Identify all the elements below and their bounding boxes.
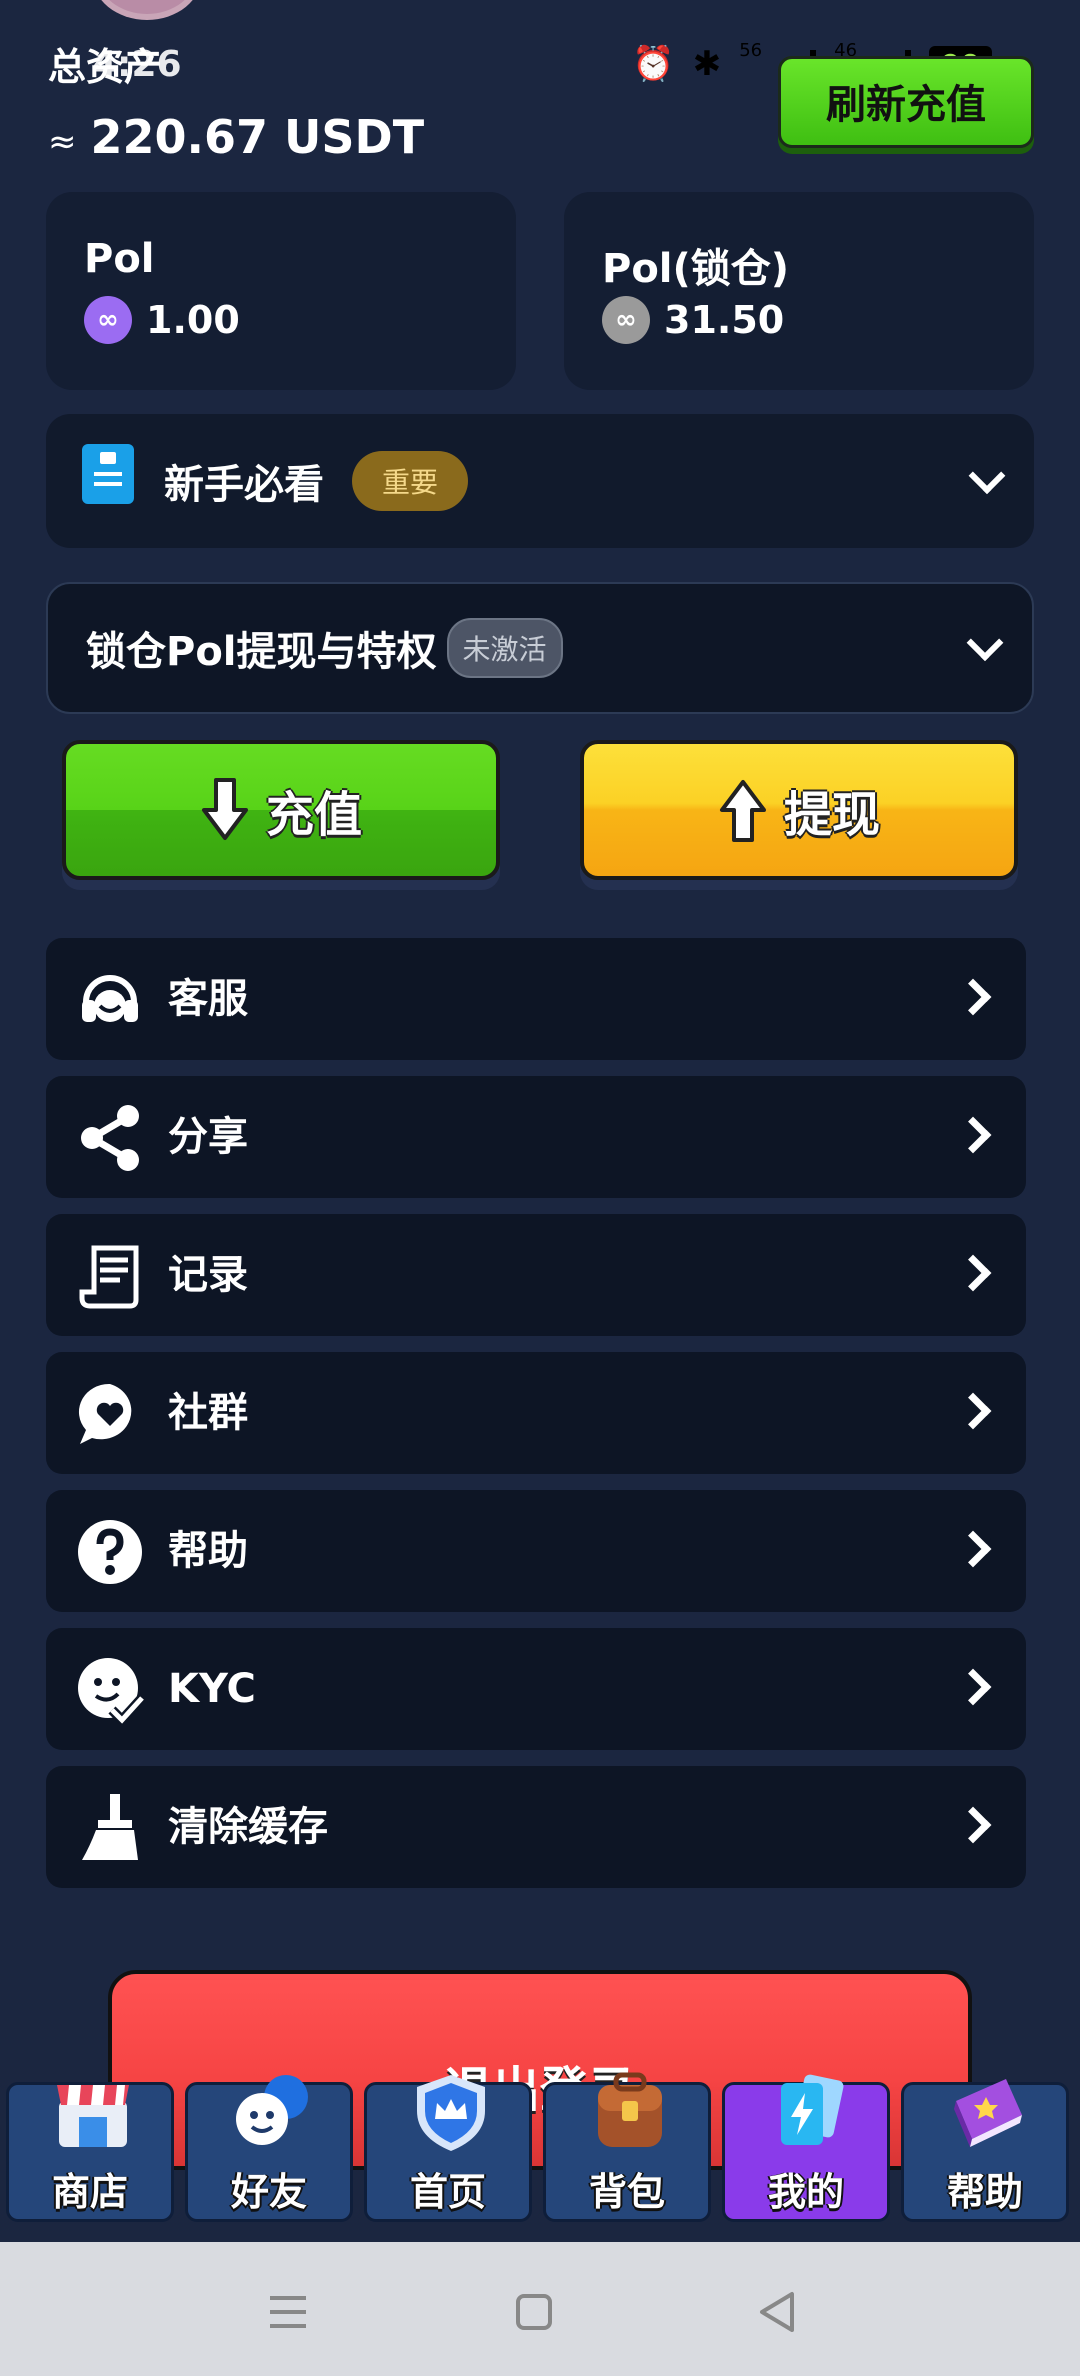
approx-sign: ≈ — [48, 122, 77, 162]
total-assets-label: 总资产 — [48, 45, 163, 89]
withdraw-button[interactable]: 提现 — [580, 740, 1018, 880]
headset-icon — [82, 975, 138, 1022]
total-assets-value: ≈220.67 USDT — [48, 110, 424, 164]
book-icon — [954, 2079, 1022, 2147]
cards-icon — [781, 2074, 844, 2145]
arrow-down-icon — [200, 778, 250, 842]
menu-item-kyc[interactable]: KYC — [46, 1628, 1026, 1750]
polygon-coin-icon: ∞ — [602, 296, 650, 344]
friends-icon — [236, 2075, 308, 2145]
menu-label: 清除缓存 — [168, 1804, 328, 1850]
tab-friends[interactable]: 好友 — [185, 2075, 353, 2222]
polygon-coin-icon: ∞ — [84, 296, 132, 344]
tab-label: 好友 — [230, 2170, 307, 2214]
locked-pol-accordion[interactable]: 锁仓Pol提现与特权 未激活 — [46, 582, 1034, 714]
document-icon — [82, 444, 134, 504]
bluetooth-icon: ✱ — [692, 44, 722, 84]
broom-icon — [82, 1794, 138, 1860]
chevron-right-icon — [954, 1392, 992, 1430]
important-badge: 重要 — [352, 451, 469, 511]
face-check-icon — [78, 1658, 144, 1724]
menu-label: 记录 — [168, 1252, 248, 1298]
balance-value: ∞ 31.50 — [602, 296, 784, 344]
refresh-recharge-button[interactable]: 刷新充值 — [778, 56, 1034, 148]
menu-item-help[interactable]: 帮助 — [46, 1490, 1026, 1612]
avatar[interactable] — [92, 0, 202, 20]
balance-amount: 1.00 — [146, 298, 240, 342]
alarm-icon: ⏰ — [632, 44, 675, 84]
crown-shield-icon — [417, 2075, 485, 2151]
chevron-down-icon[interactable] — [968, 457, 1006, 495]
balance-name: Pol — [84, 236, 155, 282]
tab-label: 背包 — [588, 2170, 665, 2214]
menu-item-customer-service[interactable]: 客服 — [46, 938, 1026, 1060]
chevron-down-icon[interactable] — [966, 624, 1004, 662]
backpack-icon — [598, 2072, 662, 2147]
balance-amount: 31.50 — [664, 298, 785, 342]
menu-icon[interactable] — [258, 2282, 318, 2342]
chevron-right-icon — [954, 978, 992, 1016]
accordion-title: 新手必看 重要 — [164, 414, 469, 548]
menu-item-community[interactable]: 社群 — [46, 1352, 1026, 1474]
chevron-right-icon — [954, 1806, 992, 1844]
tab-label: 首页 — [409, 2170, 486, 2214]
menu-item-records[interactable]: 记录 — [46, 1214, 1026, 1336]
tab-label: 商店 — [51, 2170, 128, 2214]
tab-shop[interactable]: 商店 — [6, 2082, 174, 2222]
newbie-title: 新手必看 — [164, 462, 324, 508]
tab-home[interactable]: 首页 — [364, 2075, 532, 2222]
menu-label: 帮助 — [168, 1528, 248, 1574]
tab-label: 我的 — [767, 2170, 844, 2214]
home-icon[interactable] — [504, 2282, 564, 2342]
balance-name: Pol(锁仓) — [602, 246, 790, 292]
tab-help[interactable]: 帮助 — [901, 2079, 1069, 2222]
newbie-guide-accordion[interactable]: 新手必看 重要 — [46, 414, 1034, 548]
menu-item-clear-cache[interactable]: 清除缓存 — [46, 1766, 1026, 1888]
arrow-up-icon — [718, 778, 768, 842]
chevron-right-icon — [954, 1254, 992, 1292]
recharge-label: 充值 — [265, 787, 362, 843]
tab-label: 帮助 — [946, 2170, 1023, 2214]
inactive-badge: 未激活 — [446, 618, 563, 678]
chevron-right-icon — [954, 1116, 992, 1154]
system-navigation-bar — [0, 2242, 1080, 2376]
tab-mine[interactable]: 我的 — [722, 2074, 890, 2222]
shop-icon — [57, 2085, 129, 2147]
menu-label: 客服 — [168, 976, 248, 1022]
network-label-a: 56 — [739, 39, 763, 61]
recharge-button[interactable]: 充值 — [62, 740, 500, 880]
chevron-right-icon — [954, 1530, 992, 1568]
tab-backpack[interactable]: 背包 — [543, 2072, 711, 2222]
withdraw-label: 提现 — [783, 787, 880, 843]
pol-locked-balance-card: Pol(锁仓) ∞ 31.50 — [564, 192, 1034, 390]
share-icon — [81, 1105, 139, 1171]
locked-title: 锁仓Pol提现与特权 — [86, 629, 437, 675]
back-icon[interactable] — [748, 2282, 808, 2342]
menu-label: KYC — [168, 1666, 256, 1712]
menu-item-share[interactable]: 分享 — [46, 1076, 1026, 1198]
bottom-tab-bar: 商店 好友 首页 背包 我的 帮助 — [0, 2072, 1080, 2242]
question-icon — [78, 1520, 142, 1584]
menu-label: 分享 — [168, 1114, 248, 1160]
accordion-title: 锁仓Pol提现与特权 未激活 — [86, 584, 563, 712]
menu-label: 社群 — [168, 1390, 248, 1436]
chevron-right-icon — [954, 1668, 992, 1706]
balance-value: ∞ 1.00 — [84, 296, 240, 344]
chat-heart-icon — [78, 1383, 132, 1444]
total-value-text: 220.67 USDT — [90, 110, 425, 164]
receipt-icon — [79, 1245, 139, 1309]
pol-balance-card: Pol ∞ 1.00 — [46, 192, 516, 390]
